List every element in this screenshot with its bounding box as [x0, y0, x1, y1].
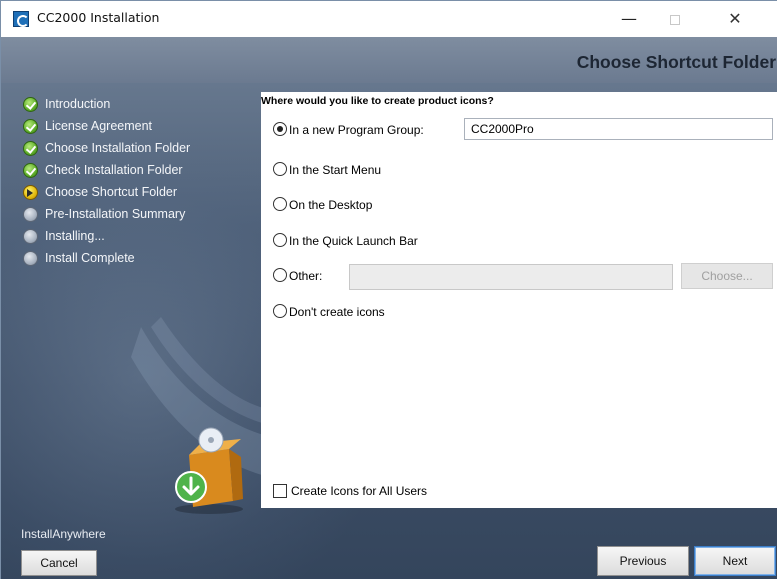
- radio-desktop[interactable]: On the Desktop: [273, 195, 773, 215]
- step-list: Introduction License Agreement Choose In…: [23, 94, 243, 270]
- radio-quick-launch[interactable]: In the Quick Launch Bar: [273, 231, 773, 251]
- step-label: Introduction: [45, 97, 111, 111]
- brand-label: InstallAnywhere: [21, 527, 106, 541]
- step-item-current: Choose Shortcut Folder: [23, 182, 243, 204]
- all-users-label: Create Icons for All Users: [291, 484, 428, 498]
- step-label: Check Installation Folder: [45, 163, 183, 177]
- minimize-button[interactable]: —: [606, 5, 652, 33]
- radio-button[interactable]: [273, 268, 287, 282]
- step-label: Choose Shortcut Folder: [45, 185, 178, 199]
- step-item: Install Complete: [23, 248, 243, 270]
- check-done-icon: [23, 163, 38, 178]
- product-box-icon: [175, 427, 243, 514]
- title-bar: CC2000 Installation — ✕: [1, 1, 777, 37]
- step-label: Installing...: [45, 229, 105, 243]
- all-users-checkbox[interactable]: [273, 484, 287, 498]
- radio-button[interactable]: [273, 162, 287, 176]
- radio-button[interactable]: [273, 197, 287, 211]
- choose-button[interactable]: Choose...: [681, 263, 773, 289]
- step-item: Check Installation Folder: [23, 160, 243, 182]
- radio-start-menu[interactable]: In the Start Menu: [273, 160, 773, 180]
- step-item: Introduction: [23, 94, 243, 116]
- step-item: Installing...: [23, 226, 243, 248]
- radio-button[interactable]: [273, 304, 287, 318]
- step-label: Install Complete: [45, 251, 135, 265]
- radio-label: In a new Program Group:: [289, 123, 424, 137]
- panel-question: Where would you like to create product i…: [261, 95, 494, 107]
- installer-window: CC2000 Installation — ✕ Choose Shortcut …: [0, 0, 777, 579]
- radio-label: In the Start Menu: [289, 163, 382, 177]
- next-button[interactable]: Next: [694, 546, 776, 576]
- step-item: License Agreement: [23, 116, 243, 138]
- maximize-icon: [670, 14, 680, 25]
- radio-label: Don't create icons: [289, 305, 385, 319]
- radio-label: Other:: [289, 269, 323, 283]
- radio-label: In the Quick Launch Bar: [289, 234, 418, 248]
- installer-body: Choose Shortcut Folder Introduction Lice…: [1, 37, 777, 579]
- check-done-icon: [23, 119, 38, 134]
- radio-other[interactable]: Other:: [273, 266, 353, 286]
- radio-no-icons[interactable]: Don't create icons: [273, 302, 773, 322]
- step-label: Choose Installation Folder: [45, 141, 191, 155]
- pending-circle-icon: [23, 229, 38, 244]
- pending-circle-icon: [23, 251, 38, 266]
- previous-button[interactable]: Previous: [597, 546, 689, 576]
- page-heading: Choose Shortcut Folder: [576, 52, 776, 72]
- program-group-input[interactable]: CC2000Pro: [464, 118, 773, 140]
- app-icon: [13, 11, 29, 27]
- step-item: Pre-Installation Summary: [23, 204, 243, 226]
- radio-button[interactable]: [273, 122, 287, 136]
- cancel-button[interactable]: Cancel: [21, 550, 97, 576]
- step-label: Pre-Installation Summary: [45, 207, 186, 221]
- window-title: CC2000 Installation: [37, 10, 160, 25]
- check-done-icon: [23, 97, 38, 112]
- options-panel: Where would you like to create product i…: [261, 92, 777, 508]
- check-done-icon: [23, 141, 38, 156]
- pending-circle-icon: [23, 207, 38, 222]
- other-folder-input[interactable]: [349, 264, 673, 290]
- step-label: License Agreement: [45, 119, 153, 133]
- header-strip: Choose Shortcut Folder: [1, 37, 777, 83]
- arrow-current-icon: [23, 185, 38, 200]
- radio-button[interactable]: [273, 233, 287, 247]
- maximize-button[interactable]: [652, 5, 698, 33]
- step-item: Choose Installation Folder: [23, 138, 243, 160]
- close-button[interactable]: ✕: [712, 5, 758, 33]
- radio-label: On the Desktop: [289, 198, 373, 212]
